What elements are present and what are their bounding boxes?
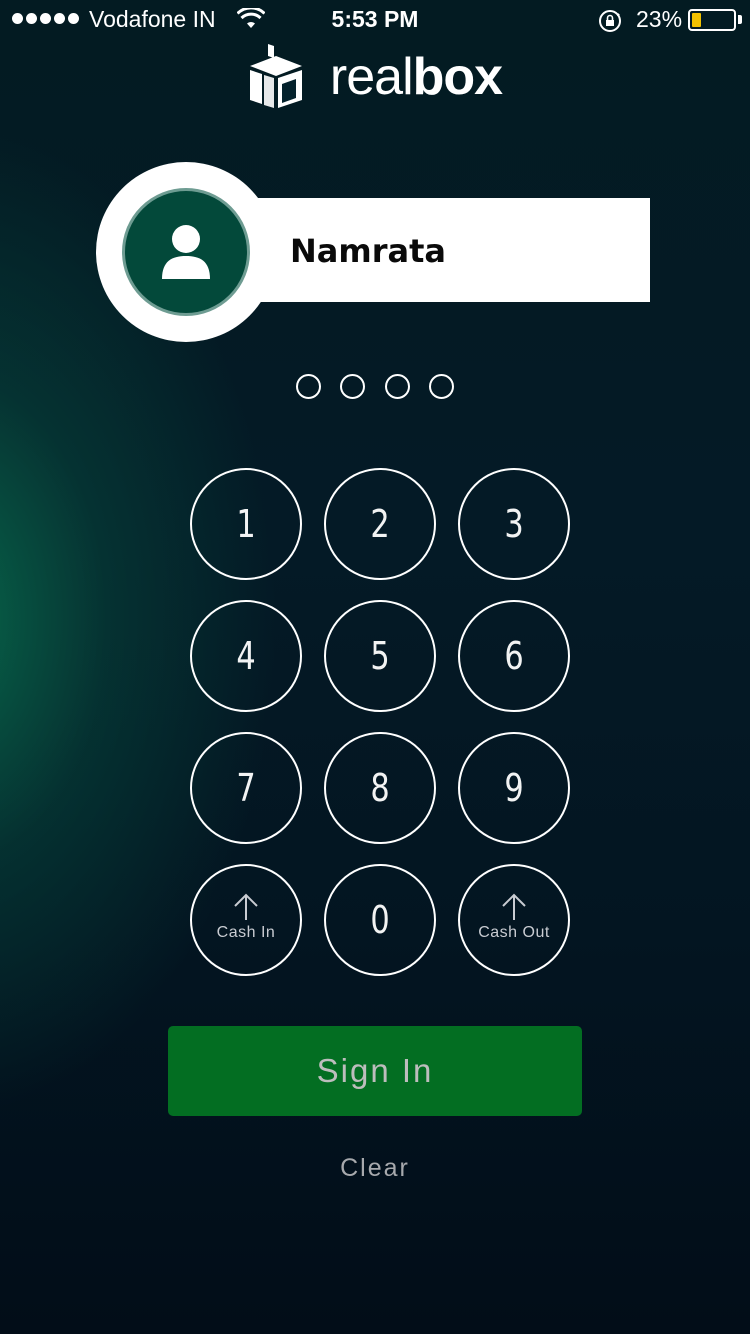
key-digit: 5 bbox=[370, 634, 390, 678]
pin-indicator bbox=[0, 374, 750, 399]
cash-out-button[interactable]: Cash Out bbox=[458, 864, 570, 976]
cash-in-label: Cash In bbox=[216, 924, 276, 941]
key-3[interactable]: 3 bbox=[458, 468, 570, 580]
pin-keypad: 1 2 3 4 5 6 7 8 9 Cash In 0 Cash Out bbox=[190, 468, 570, 976]
cash-out-label: Cash Out bbox=[478, 924, 550, 941]
pin-dot bbox=[340, 374, 365, 399]
pin-dot bbox=[384, 374, 410, 399]
key-5[interactable]: 5 bbox=[324, 600, 436, 712]
app-logo: realbox bbox=[0, 44, 750, 110]
key-4[interactable]: 4 bbox=[190, 600, 302, 712]
battery-percent: 23% bbox=[636, 6, 683, 32]
key-digit: 4 bbox=[236, 634, 256, 678]
key-digit: 3 bbox=[504, 502, 524, 546]
key-1[interactable]: 1 bbox=[190, 468, 302, 580]
key-digit: 1 bbox=[236, 502, 256, 546]
avatar bbox=[122, 188, 250, 316]
key-digit: 0 bbox=[370, 898, 390, 942]
battery-nub bbox=[738, 15, 742, 24]
key-2[interactable]: 2 bbox=[324, 468, 436, 580]
app-logo-text: realbox bbox=[329, 48, 503, 106]
user-name: Namrata bbox=[290, 232, 446, 270]
key-7[interactable]: 7 bbox=[190, 732, 302, 844]
logo-text-bold: box bbox=[412, 48, 503, 106]
battery-fill bbox=[692, 13, 702, 27]
key-digit: 6 bbox=[504, 634, 524, 678]
orientation-lock-icon bbox=[599, 10, 621, 32]
realbox-logo-icon bbox=[249, 44, 302, 108]
key-9[interactable]: 9 bbox=[458, 732, 570, 844]
person-icon bbox=[162, 225, 210, 279]
key-digit: 2 bbox=[370, 502, 390, 546]
key-6[interactable]: 6 bbox=[458, 600, 570, 712]
cash-in-button[interactable]: Cash In bbox=[190, 864, 302, 976]
arrow-up-icon bbox=[502, 893, 526, 920]
key-digit: 8 bbox=[370, 766, 390, 810]
key-digit: 9 bbox=[504, 766, 524, 810]
key-0[interactable]: 0 bbox=[324, 864, 436, 976]
sign-in-button[interactable]: Sign In bbox=[168, 1026, 582, 1116]
clear-button[interactable]: Clear bbox=[0, 1154, 750, 1183]
key-8[interactable]: 8 bbox=[324, 732, 436, 844]
logo-text-light: real bbox=[329, 48, 414, 106]
pin-dot bbox=[429, 374, 454, 399]
battery-icon bbox=[688, 9, 736, 31]
key-digit: 7 bbox=[236, 766, 256, 810]
arrow-up-icon bbox=[234, 893, 258, 920]
sign-in-label: Sign In bbox=[316, 1052, 434, 1089]
status-bar: Vodafone IN 5:53 PM 23% bbox=[0, 0, 750, 40]
pin-dot bbox=[295, 374, 321, 399]
